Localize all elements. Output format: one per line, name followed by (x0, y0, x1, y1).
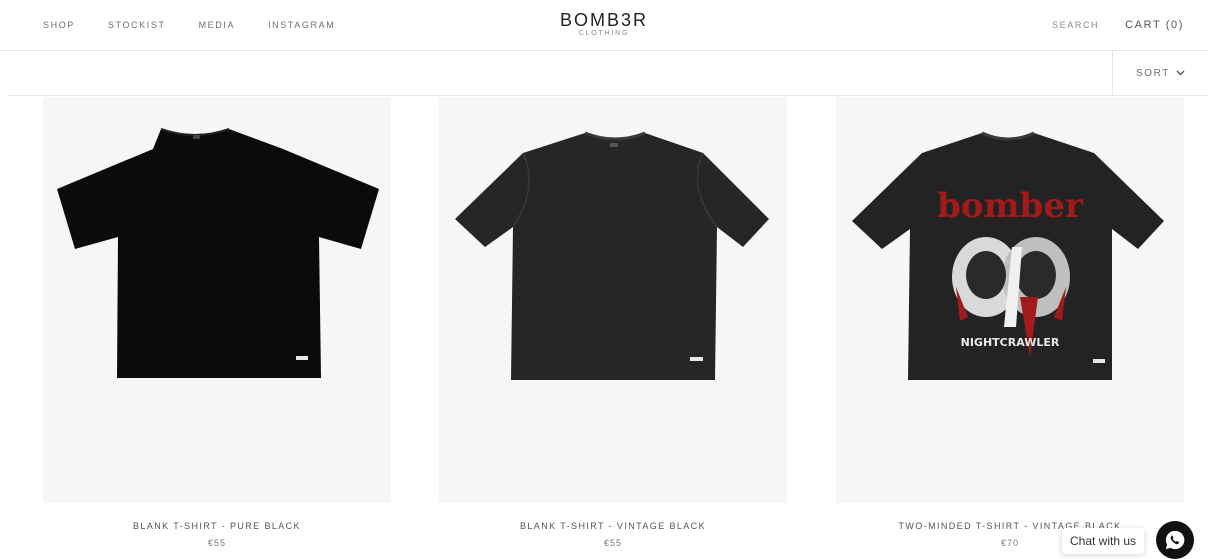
product-image[interactable] (439, 97, 787, 503)
header-actions: SEARCH CART (0) (1052, 19, 1184, 31)
product-title[interactable]: BLANK T-SHIRT - VINTAGE BLACK (439, 521, 787, 531)
tshirt-icon (57, 128, 379, 378)
tshirt-icon (455, 131, 769, 380)
product-image[interactable]: bomber NIGHTCRAWLER (836, 97, 1184, 503)
logo-subtitle: CLOTHING (578, 30, 630, 37)
product-price: €55 (207, 538, 227, 548)
svg-text:NIGHTCRAWLER: NIGHTCRAWLER (961, 336, 1060, 349)
sort-label: SORT (1136, 67, 1170, 79)
logo-wordmark[interactable]: BOMB3R (0, 11, 1208, 29)
product-card[interactable]: BLANK T-SHIRT - VINTAGE BLACK €55 (439, 97, 787, 548)
product-title[interactable]: BLANK T-SHIRT - PURE BLACK (43, 521, 391, 531)
svg-text:bomber: bomber (937, 186, 1084, 226)
whatsapp-button[interactable] (1156, 521, 1194, 559)
sort-dropdown[interactable]: SORT (1112, 51, 1208, 95)
product-price: €55 (603, 538, 623, 548)
chevron-down-icon (1176, 70, 1185, 76)
product-image[interactable] (43, 97, 391, 503)
collection-toolbar: SORT (8, 51, 1208, 96)
cart-link[interactable]: CART (0) (1125, 19, 1184, 31)
search-link[interactable]: SEARCH (1052, 20, 1099, 30)
chat-button[interactable]: Chat with us (1062, 528, 1145, 554)
product-card[interactable]: BLANK T-SHIRT - PURE BLACK €55 (43, 97, 391, 548)
site-logo: BOMB3R CLOTHING (0, 11, 1208, 37)
site-header: SHOP STOCKIST MEDIA INSTAGRAM BOMB3R CLO… (0, 0, 1208, 51)
product-card[interactable]: bomber NIGHTCRAWLER TWO-MINDED T-SHIRT -… (836, 97, 1184, 548)
tshirt-icon: bomber NIGHTCRAWLER (852, 131, 1164, 380)
whatsapp-icon (1165, 530, 1185, 550)
